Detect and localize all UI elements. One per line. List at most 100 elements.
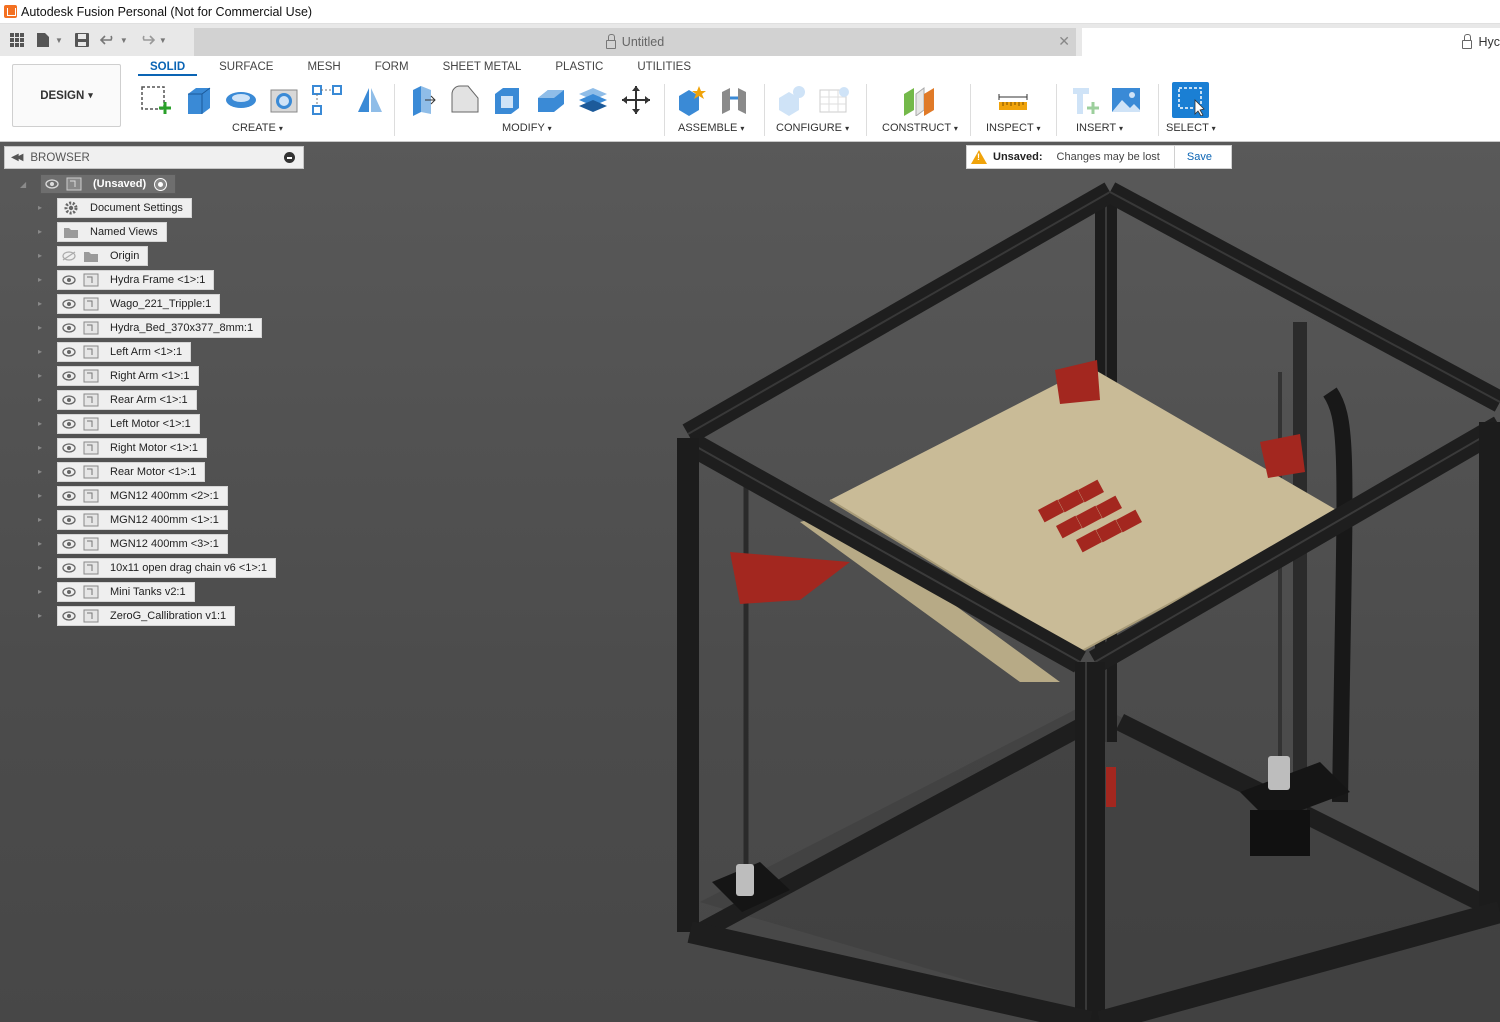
insert-derive-icon[interactable] xyxy=(1064,82,1101,118)
chamfer-icon[interactable] xyxy=(488,82,525,118)
expand-arrow-icon[interactable]: ▸ xyxy=(38,611,42,620)
visibility-eye-icon[interactable] xyxy=(60,320,78,336)
tree-item[interactable]: Right Motor <1>:1 xyxy=(57,438,208,458)
expand-arrow-icon[interactable]: ▸ xyxy=(38,347,42,356)
select-menu[interactable]: SELECT ▾ xyxy=(1166,122,1216,134)
tree-item[interactable]: Rear Motor <1>:1 xyxy=(57,462,206,482)
visibility-eye-icon[interactable] xyxy=(60,344,78,360)
tab-utilities[interactable]: UTILITIES xyxy=(625,60,703,76)
visibility-eye-icon[interactable] xyxy=(60,512,78,528)
construct-menu[interactable]: CONSTRUCT ▾ xyxy=(882,122,958,134)
mirror-icon[interactable] xyxy=(351,82,388,118)
tree-item[interactable]: Origin xyxy=(57,246,149,266)
visibility-eye-icon[interactable] xyxy=(60,416,78,432)
joint-icon[interactable] xyxy=(715,82,752,118)
new-component-icon[interactable] xyxy=(672,82,709,118)
tree-item[interactable]: Left Arm <1>:1 xyxy=(57,342,192,362)
create-sketch-icon[interactable] xyxy=(136,82,173,118)
tree-item[interactable]: MGN12 400mm <1>:1 xyxy=(57,510,228,530)
visibility-eye-icon[interactable] xyxy=(60,488,78,504)
visibility-eye-icon[interactable] xyxy=(60,296,78,312)
expand-arrow-icon[interactable]: ▸ xyxy=(38,227,42,236)
collapse-triangle-icon[interactable]: ◢ xyxy=(20,180,26,189)
tree-item[interactable]: Document Settings xyxy=(57,198,192,218)
expand-arrow-icon[interactable]: ▸ xyxy=(38,587,42,596)
minimize-icon[interactable] xyxy=(284,152,295,163)
tab-solid[interactable]: SOLID xyxy=(138,60,198,76)
expand-arrow-icon[interactable]: ▸ xyxy=(38,491,42,500)
expand-arrow-icon[interactable]: ▸ xyxy=(38,467,42,476)
tree-item[interactable]: Hydra_Bed_370x377_8mm:1 xyxy=(57,318,263,338)
extrude-icon[interactable] xyxy=(179,82,216,118)
visibility-eye-icon[interactable] xyxy=(60,560,78,576)
save-icon[interactable] xyxy=(71,30,93,50)
pattern-icon[interactable] xyxy=(308,82,345,118)
visibility-eye-icon[interactable] xyxy=(60,608,78,624)
canvas-viewport[interactable] xyxy=(0,142,1500,1022)
tree-root[interactable]: (Unsaved) xyxy=(40,174,177,194)
modify-menu[interactable]: MODIFY ▾ xyxy=(502,122,552,134)
file-menu-icon[interactable] xyxy=(32,30,54,50)
apps-grid-icon[interactable] xyxy=(6,30,28,50)
visibility-eye-icon[interactable] xyxy=(60,392,78,408)
tree-item[interactable]: Right Arm <1>:1 xyxy=(57,366,199,386)
hidden-eye-icon[interactable] xyxy=(60,248,78,264)
offset-plane-icon[interactable] xyxy=(900,82,937,118)
tab-plastic[interactable]: PLASTIC xyxy=(543,60,615,76)
hole-icon[interactable] xyxy=(265,82,302,118)
move-icon[interactable] xyxy=(617,82,654,118)
visibility-eye-icon[interactable] xyxy=(60,464,78,480)
expand-arrow-icon[interactable]: ▸ xyxy=(38,299,42,308)
visibility-eye-icon[interactable] xyxy=(60,536,78,552)
tree-item[interactable]: Left Motor <1>:1 xyxy=(57,414,200,434)
expand-arrow-icon[interactable]: ▸ xyxy=(38,251,42,260)
close-icon[interactable]: ✕ xyxy=(1058,33,1070,50)
assemble-menu[interactable]: ASSEMBLE ▾ xyxy=(678,122,744,134)
tab-mesh[interactable]: MESH xyxy=(295,60,352,76)
shell-icon[interactable] xyxy=(531,82,568,118)
combine-icon[interactable] xyxy=(574,82,611,118)
fillet-icon[interactable] xyxy=(445,82,482,118)
undo-caret-icon[interactable]: ▼ xyxy=(120,36,128,45)
configure-menu[interactable]: CONFIGURE ▾ xyxy=(776,122,849,134)
visibility-eye-icon[interactable] xyxy=(60,440,78,456)
collapse-panel-icon[interactable]: ◀◀ xyxy=(11,152,24,163)
tree-item[interactable]: Mini Tanks v2:1 xyxy=(57,582,195,602)
inspect-menu[interactable]: INSPECT ▾ xyxy=(986,122,1041,134)
tab-sheet-metal[interactable]: SHEET METAL xyxy=(431,60,534,76)
expand-arrow-icon[interactable]: ▸ xyxy=(38,419,42,428)
insert-canvas-icon[interactable] xyxy=(1107,82,1144,118)
insert-menu[interactable]: INSERT ▾ xyxy=(1076,122,1123,134)
expand-arrow-icon[interactable]: ▸ xyxy=(38,371,42,380)
expand-arrow-icon[interactable]: ▸ xyxy=(38,443,42,452)
visibility-eye-icon[interactable] xyxy=(60,272,78,288)
save-button[interactable]: Save xyxy=(1187,151,1212,163)
redo-icon[interactable] xyxy=(136,30,158,50)
activate-radio-icon[interactable] xyxy=(154,177,168,191)
visibility-eye-icon[interactable] xyxy=(60,584,78,600)
tree-item[interactable]: ZeroG_Callibration v1:1 xyxy=(57,606,236,626)
expand-arrow-icon[interactable]: ▸ xyxy=(38,203,42,212)
expand-arrow-icon[interactable]: ▸ xyxy=(38,563,42,572)
revolve-icon[interactable] xyxy=(222,82,259,118)
redo-caret-icon[interactable]: ▼ xyxy=(159,36,167,45)
press-pull-icon[interactable] xyxy=(402,82,439,118)
tree-item[interactable]: MGN12 400mm <2>:1 xyxy=(57,486,228,506)
printer-model-3d[interactable] xyxy=(0,142,1500,1022)
tree-item[interactable]: MGN12 400mm <3>:1 xyxy=(57,534,228,554)
undo-icon[interactable] xyxy=(97,30,119,50)
create-menu[interactable]: CREATE ▾ xyxy=(232,122,283,134)
visibility-eye-icon[interactable] xyxy=(60,368,78,384)
tree-item[interactable]: Wago_221_Tripple:1 xyxy=(57,294,221,314)
expand-arrow-icon[interactable]: ▸ xyxy=(38,539,42,548)
expand-arrow-icon[interactable]: ▸ xyxy=(38,515,42,524)
workspace-switcher-button[interactable]: DESIGN ▾ xyxy=(12,64,121,127)
tree-item[interactable]: 10x11 open drag chain v6 <1>:1 xyxy=(57,558,276,578)
expand-arrow-icon[interactable]: ▸ xyxy=(38,323,42,332)
select-icon[interactable] xyxy=(1172,82,1209,118)
file-menu-caret-icon[interactable]: ▼ xyxy=(55,36,63,45)
configuration-table-icon[interactable] xyxy=(815,82,852,118)
configure-icon[interactable] xyxy=(772,82,809,118)
tab-untitled[interactable]: Untitled ✕ xyxy=(194,28,1076,56)
tab-hydra[interactable]: Hyc xyxy=(1082,28,1500,56)
